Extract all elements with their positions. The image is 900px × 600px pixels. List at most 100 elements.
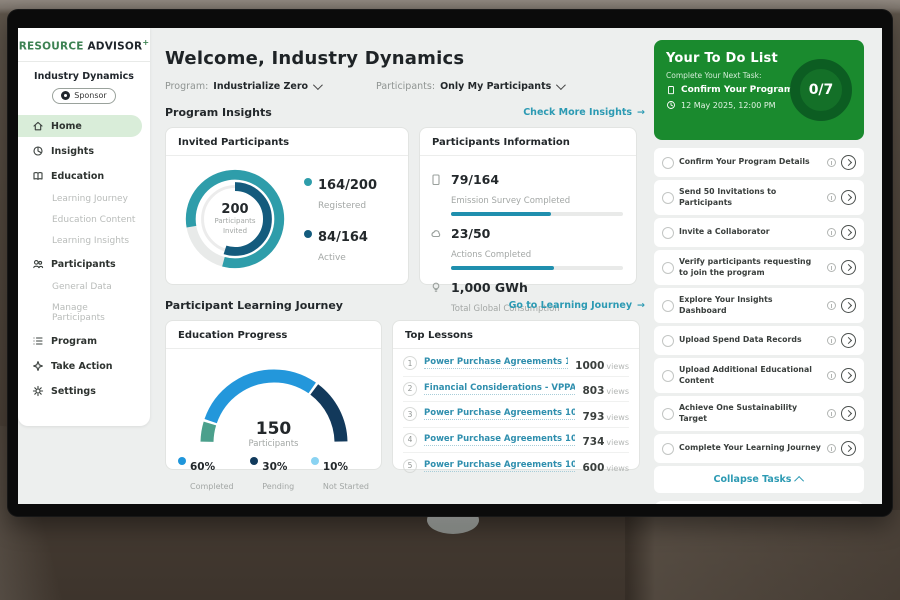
chevron-right-icon[interactable] bbox=[841, 225, 856, 240]
lesson-link[interactable]: Financial Considerations - VPPAs bbox=[424, 383, 575, 395]
participants-dropdown[interactable]: Participants: Only My Participants bbox=[376, 81, 563, 92]
sidebar-item-take-action[interactable]: Take Action bbox=[18, 355, 150, 377]
chevron-right-icon[interactable] bbox=[841, 190, 856, 205]
recent-news-title: Recent News bbox=[654, 501, 864, 504]
task-row[interactable]: Confirm Your Program Details bbox=[654, 148, 864, 177]
invited-participants-donut-chart: 200 Participants Invited bbox=[174, 160, 296, 278]
sidebar-nav: Home Insights Education Learning Journey… bbox=[18, 114, 150, 404]
task-checkbox[interactable] bbox=[662, 262, 674, 274]
sidebar-item-home[interactable]: Home bbox=[18, 115, 142, 137]
lesson-link[interactable]: Power Purchase Agreements 101 bbox=[424, 408, 575, 420]
participants-information-card: Participants Information 79/164 Emission… bbox=[419, 127, 637, 285]
task-row[interactable]: Verify participants requesting to join t… bbox=[654, 250, 864, 285]
task-checkbox[interactable] bbox=[662, 192, 674, 204]
insights-icon bbox=[32, 145, 44, 157]
lesson-rank: 3 bbox=[403, 407, 417, 421]
check-more-insights-link[interactable]: Check More Insights → bbox=[523, 107, 645, 118]
sidebar-item-insights[interactable]: Insights bbox=[18, 140, 150, 162]
legend-not-started: 10% Not Started bbox=[311, 455, 369, 493]
clipboard-icon bbox=[430, 169, 443, 216]
chevron-right-icon[interactable] bbox=[841, 298, 856, 313]
task-label: Confirm Your Program Details bbox=[679, 157, 822, 168]
task-label: Send 50 Invitations to Participants bbox=[679, 187, 822, 208]
task-label: Invite a Collaborator bbox=[679, 227, 822, 238]
info-icon bbox=[827, 228, 836, 237]
chevron-right-icon[interactable] bbox=[841, 441, 856, 456]
progress-fill bbox=[451, 212, 551, 216]
sidebar-item-label: Education bbox=[51, 171, 104, 182]
sidebar-item-program[interactable]: Program bbox=[18, 330, 150, 352]
page-title: Welcome, Industry Dynamics bbox=[165, 48, 645, 69]
info-icon bbox=[827, 193, 836, 202]
chevron-right-icon[interactable] bbox=[841, 333, 856, 348]
task-checkbox[interactable] bbox=[662, 335, 674, 347]
sidebar-item-education-content[interactable]: Education Content bbox=[18, 210, 150, 231]
task-row[interactable]: Upload Spend Data Records bbox=[654, 326, 864, 355]
lesson-row: 3 Power Purchase Agreements 101 793views bbox=[403, 402, 629, 428]
task-row[interactable]: Achieve One Sustainability Target bbox=[654, 396, 864, 431]
star-burst-icon bbox=[32, 360, 44, 372]
task-checkbox[interactable] bbox=[662, 408, 674, 420]
lesson-link[interactable]: Power Purchase Agreements 103 bbox=[424, 460, 575, 472]
lesson-link[interactable]: Power Purchase Agreements 101 bbox=[424, 357, 568, 369]
arrow-right-icon: → bbox=[637, 107, 645, 118]
sidebar-item-settings[interactable]: Settings bbox=[18, 380, 150, 402]
brand-plus: + bbox=[142, 38, 149, 47]
chevron-right-icon[interactable] bbox=[841, 155, 856, 170]
education-progress-card: Education Progress 150 Participants bbox=[165, 320, 382, 470]
task-label: Complete Your Learning Journey bbox=[679, 443, 822, 454]
gauge-center-value: 150 bbox=[189, 419, 359, 439]
task-checkbox[interactable] bbox=[662, 157, 674, 169]
sidebar-item-participants[interactable]: Participants bbox=[18, 253, 150, 275]
todo-due-date: 12 May 2025, 12:00 PM bbox=[681, 101, 776, 110]
task-checkbox[interactable] bbox=[662, 227, 674, 239]
monitor-frame: RESOURCE ADVISOR+ Industry Dynamics Spon… bbox=[8, 10, 892, 516]
info-icon bbox=[827, 336, 836, 345]
sponsor-icon bbox=[61, 91, 70, 100]
sidebar-item-learning-journey[interactable]: Learning Journey bbox=[18, 189, 150, 210]
info-icon bbox=[827, 371, 836, 380]
sponsor-badge: Sponsor bbox=[52, 88, 116, 104]
donut-center-value: 200 bbox=[221, 202, 248, 217]
task-row[interactable]: Upload Additional Educational Content bbox=[654, 358, 864, 393]
sidebar-item-education[interactable]: Education bbox=[18, 165, 150, 187]
todo-column: Your To Do List Complete Your Next Task:… bbox=[654, 28, 864, 504]
task-checkbox[interactable] bbox=[662, 443, 674, 455]
task-checkbox[interactable] bbox=[662, 300, 674, 312]
collapse-tasks-link[interactable]: Collapse Tasks bbox=[654, 466, 864, 493]
info-icon bbox=[827, 444, 836, 453]
lesson-link[interactable]: Power Purchase Agreements 102 bbox=[424, 434, 575, 446]
sidebar-item-learning-insights[interactable]: Learning Insights bbox=[18, 231, 150, 252]
sidebar-item-general-data[interactable]: General Data bbox=[18, 277, 150, 298]
lesson-rank: 1 bbox=[403, 356, 417, 370]
participants-label: Participants: bbox=[376, 81, 435, 92]
go-to-learning-journey-link[interactable]: Go to Learning Journey → bbox=[509, 300, 645, 311]
chevron-right-icon[interactable] bbox=[841, 368, 856, 383]
chevron-up-icon bbox=[795, 476, 805, 486]
program-value: Industrialize Zero bbox=[213, 81, 308, 92]
learning-journey-header: Participant Learning Journey Go to Learn… bbox=[165, 299, 645, 312]
actions-completed-stat: 23/50 Actions Completed bbox=[430, 223, 622, 270]
program-dropdown[interactable]: Program: Industrialize Zero bbox=[165, 81, 320, 92]
org-name: Industry Dynamics bbox=[18, 71, 150, 82]
chevron-right-icon[interactable] bbox=[841, 406, 856, 421]
task-row[interactable]: Explore Your Insights Dashboard bbox=[654, 288, 864, 323]
sidebar-item-manage-participants[interactable]: Manage Participants bbox=[18, 298, 150, 329]
lesson-row: 4 Power Purchase Agreements 102 734views bbox=[403, 428, 629, 454]
sidebar-item-label: Settings bbox=[51, 386, 96, 397]
section-heading: Program Insights bbox=[165, 106, 272, 119]
sidebar-item-label: Insights bbox=[51, 146, 94, 157]
legend-dot bbox=[311, 457, 319, 465]
program-label: Program: bbox=[165, 81, 208, 92]
lesson-rank: 5 bbox=[403, 459, 417, 473]
legend-pending: 30% Pending bbox=[250, 455, 294, 493]
chevron-right-icon[interactable] bbox=[841, 260, 856, 275]
task-checkbox[interactable] bbox=[662, 370, 674, 382]
card-title: Participants Information bbox=[420, 128, 636, 156]
emission-survey-stat: 79/164 Emission Survey Completed bbox=[430, 169, 622, 216]
home-icon bbox=[32, 120, 44, 132]
background-wall bbox=[625, 510, 900, 600]
task-row[interactable]: Invite a Collaborator bbox=[654, 218, 864, 247]
task-row[interactable]: Send 50 Invitations to Participants bbox=[654, 180, 864, 215]
task-row[interactable]: Complete Your Learning Journey bbox=[654, 434, 864, 463]
